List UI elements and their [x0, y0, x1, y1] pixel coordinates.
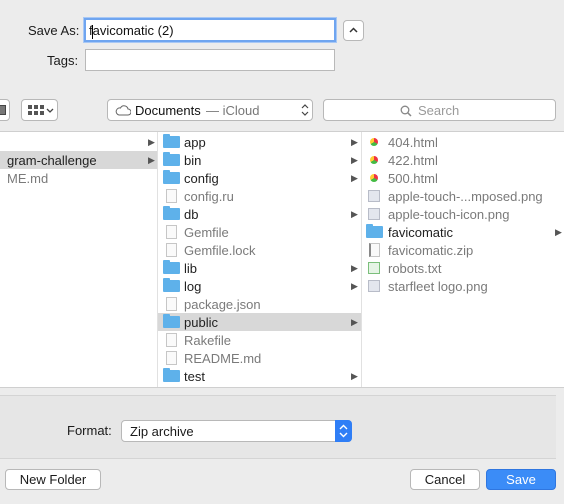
folder-icon: [163, 314, 180, 328]
tags-field[interactable]: [85, 49, 335, 71]
list-item[interactable]: bin ▶: [158, 151, 361, 169]
save-as-value: favicomatic (2): [89, 23, 174, 39]
folder-icon: [163, 206, 180, 220]
text-caret: [92, 25, 93, 39]
format-label: Format:: [67, 423, 112, 438]
sidebar-icon: [0, 105, 6, 115]
chevron-right-icon: ▶: [351, 281, 358, 291]
search-field[interactable]: Search: [323, 99, 556, 121]
html-file-icon: [370, 174, 378, 182]
list-item[interactable]: Rakefile: [158, 331, 361, 349]
grid-view-icon: [28, 105, 44, 115]
format-value: Zip archive: [130, 424, 194, 439]
list-item[interactable]: config ▶: [158, 169, 361, 187]
folder-icon: [163, 152, 180, 166]
folder-icon: [163, 260, 180, 274]
list-item[interactable]: Gemfile: [158, 223, 361, 241]
chevron-right-icon: ▶: [148, 137, 155, 147]
location-name: Documents: [135, 103, 201, 118]
view-mode-button[interactable]: [21, 99, 58, 121]
image-file-icon: [368, 280, 380, 292]
sidebar-toggle-button[interactable]: [0, 99, 10, 121]
search-placeholder: Search: [418, 103, 460, 118]
list-item[interactable]: favicomatic.zip: [362, 241, 564, 259]
column-2[interactable]: app ▶ bin ▶ config ▶ config.ru db ▶ Gemf…: [158, 132, 361, 387]
save-as-field[interactable]: favicomatic (2): [84, 18, 336, 42]
list-item[interactable]: robots.txt: [362, 259, 564, 277]
chevron-right-icon: ▶: [555, 227, 562, 237]
list-item[interactable]: gram-challenge ▶: [0, 151, 157, 169]
list-item[interactable]: ▶: [0, 133, 157, 151]
save-button[interactable]: Save: [486, 469, 556, 490]
list-item[interactable]: app ▶: [158, 133, 361, 151]
options-panel: Format: Zip archive: [0, 395, 556, 459]
folder-icon: [163, 134, 180, 148]
list-item[interactable]: 422.html: [362, 151, 564, 169]
list-item[interactable]: public ▶: [158, 313, 361, 331]
folder-icon: [163, 278, 180, 292]
tags-label: Tags:: [47, 53, 79, 68]
chevron-right-icon: ▶: [148, 155, 155, 165]
document-icon: [166, 189, 177, 203]
format-popup[interactable]: Zip archive: [121, 420, 352, 442]
image-file-icon: [368, 208, 380, 220]
cancel-button[interactable]: Cancel: [410, 469, 480, 490]
folder-icon: [163, 368, 180, 382]
document-icon: [166, 225, 177, 239]
list-item[interactable]: README.md: [158, 349, 361, 367]
html-file-icon: [370, 138, 378, 146]
popup-arrows-icon: [301, 104, 309, 116]
text-file-icon: [368, 262, 380, 274]
save-as-label: Save As:: [28, 23, 80, 38]
list-item[interactable]: Gemfile.lock: [158, 241, 361, 259]
list-item[interactable]: test ▶: [158, 367, 361, 385]
list-item[interactable]: lib ▶: [158, 259, 361, 277]
chevron-right-icon: ▶: [351, 173, 358, 183]
list-item[interactable]: favicomatic ▶: [362, 223, 564, 241]
search-icon: [400, 105, 412, 117]
popup-arrows-icon: [335, 420, 352, 442]
list-item[interactable]: db ▶: [158, 205, 361, 223]
list-item[interactable]: apple-touch-icon.png: [362, 205, 564, 223]
list-item[interactable]: package.json: [158, 295, 361, 313]
chevron-right-icon: ▶: [351, 317, 358, 327]
chevron-right-icon: ▶: [351, 371, 358, 381]
list-item[interactable]: log ▶: [158, 277, 361, 295]
zip-file-icon: [369, 243, 380, 257]
list-item[interactable]: ME.md: [0, 169, 157, 187]
list-item[interactable]: 500.html: [362, 169, 564, 187]
list-item[interactable]: 404.html: [362, 133, 564, 151]
chevron-down-icon: [46, 108, 54, 113]
chevron-right-icon: ▶: [351, 263, 358, 273]
folder-icon: [366, 224, 383, 238]
document-icon: [166, 243, 177, 257]
list-item[interactable]: apple-touch-...mposed.png: [362, 187, 564, 205]
collapse-button[interactable]: [343, 20, 364, 41]
list-item[interactable]: config.ru: [158, 187, 361, 205]
chevron-right-icon: ▶: [351, 137, 358, 147]
chevron-right-icon: ▶: [351, 155, 358, 165]
html-file-icon: [370, 156, 378, 164]
column-3[interactable]: 404.html 422.html 500.html apple-touch-.…: [362, 132, 564, 387]
location-popup[interactable]: Documents — iCloud: [107, 99, 313, 121]
cloud-icon: [115, 105, 131, 116]
document-icon: [166, 333, 177, 347]
column-1[interactable]: ▶ gram-challenge ▶ ME.md: [0, 132, 157, 387]
image-file-icon: [368, 190, 380, 202]
document-icon: [166, 297, 177, 311]
document-icon: [166, 351, 177, 365]
folder-icon: [163, 170, 180, 184]
location-suffix: — iCloud: [206, 103, 260, 118]
chevron-right-icon: ▶: [351, 209, 358, 219]
file-browser[interactable]: ▶ gram-challenge ▶ ME.md app ▶ bin ▶ con…: [0, 131, 564, 388]
chevron-up-icon: [349, 27, 358, 33]
new-folder-button[interactable]: New Folder: [5, 469, 101, 490]
list-item[interactable]: starfleet logo.png: [362, 277, 564, 295]
